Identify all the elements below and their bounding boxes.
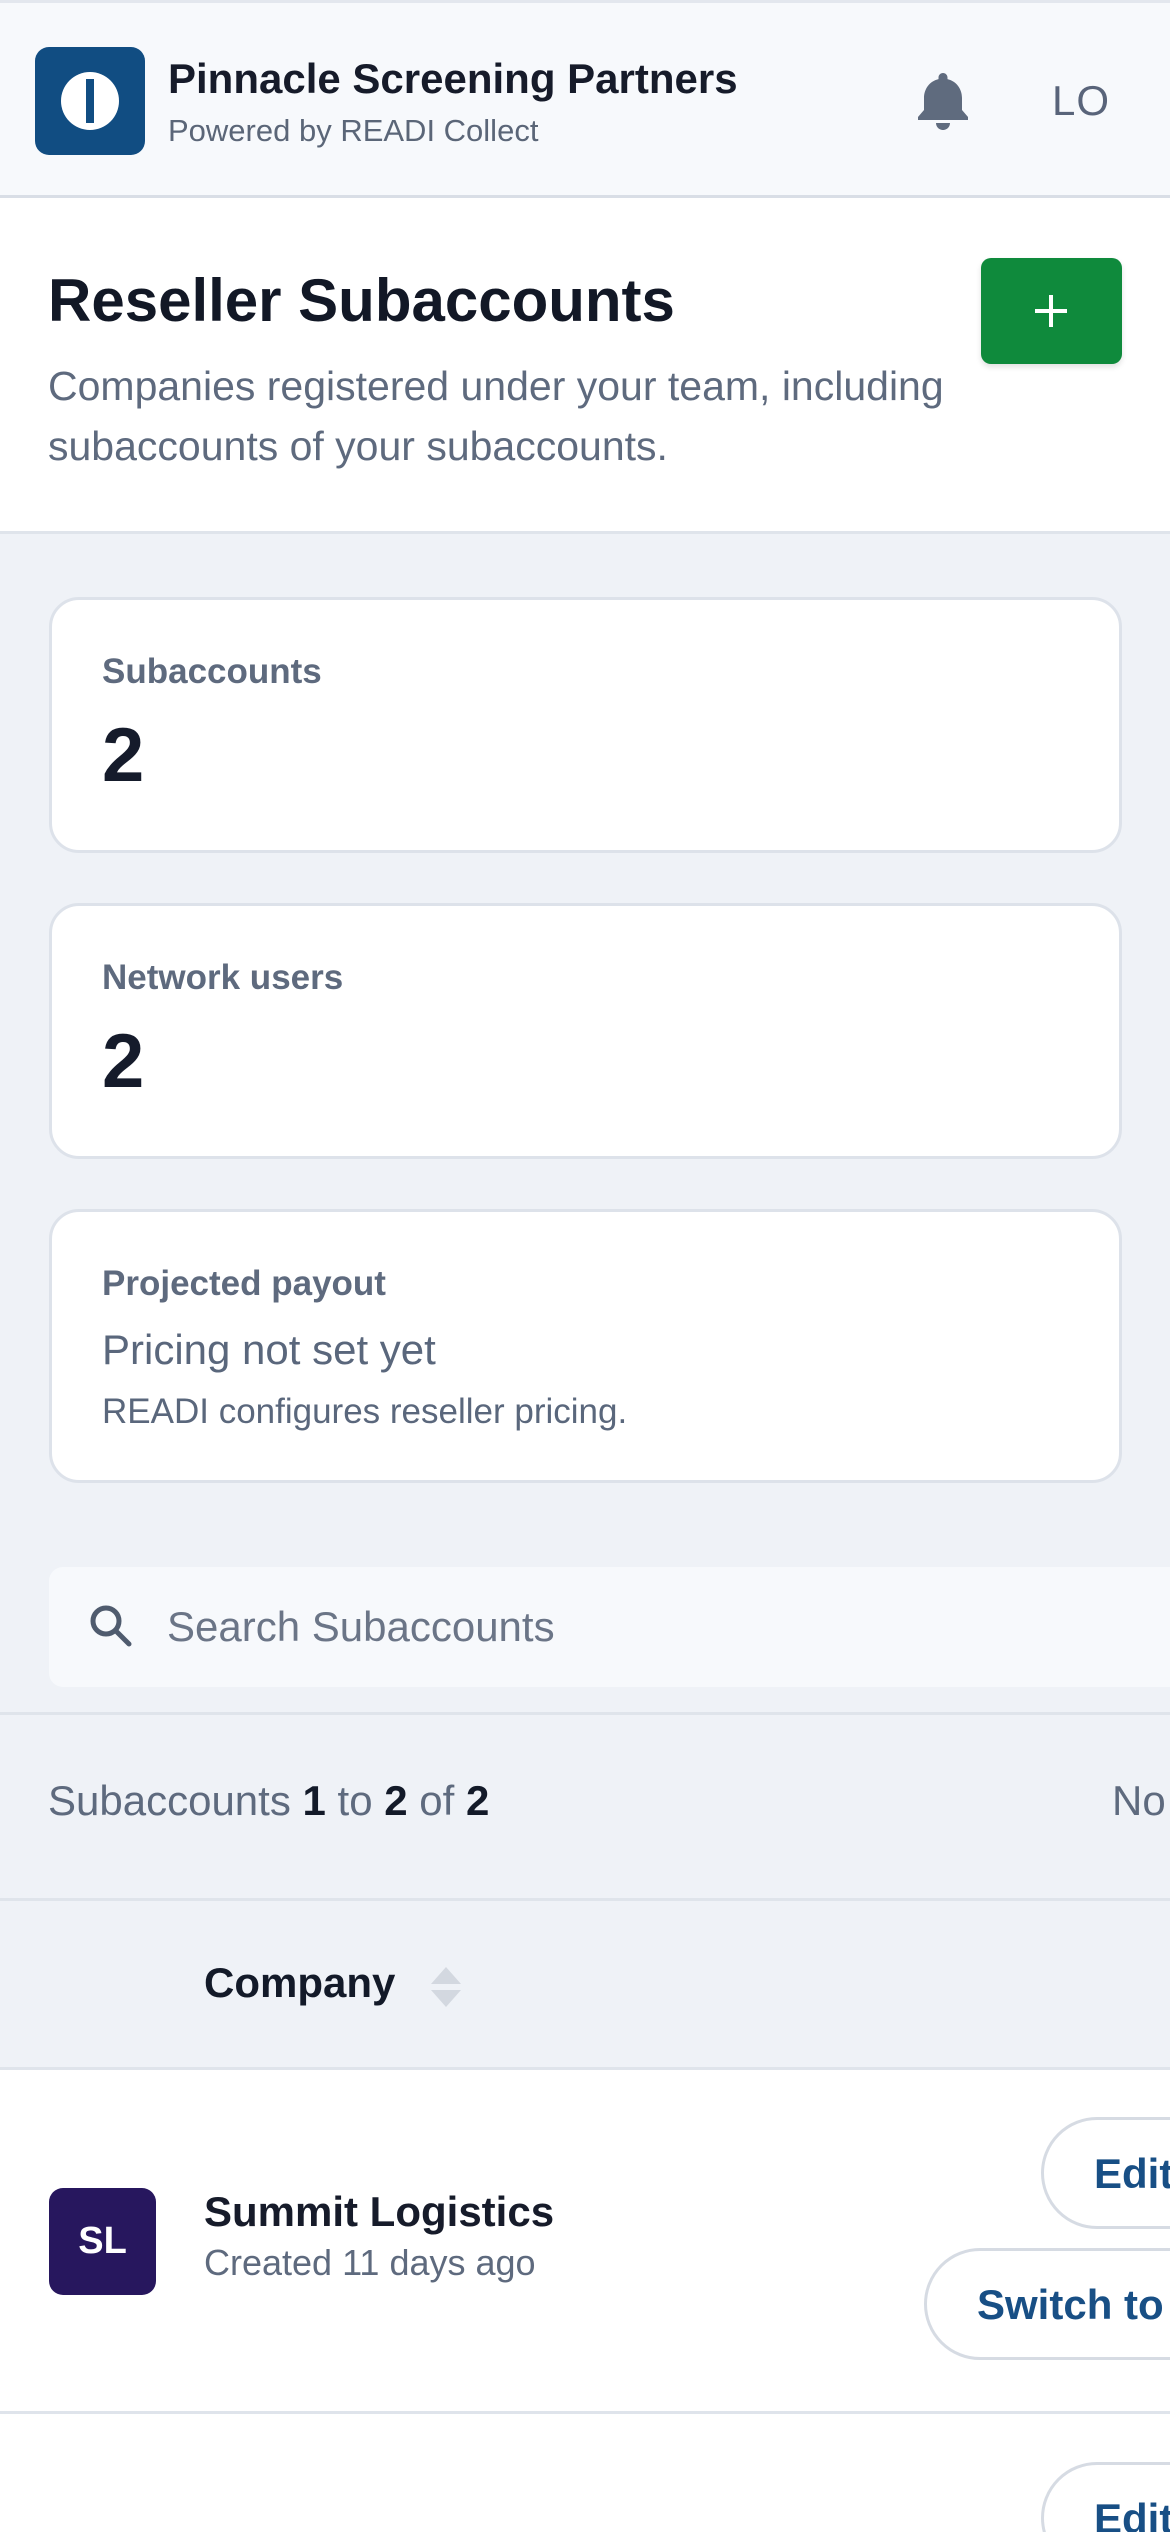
org-logo[interactable] — [35, 47, 145, 155]
column-header-company[interactable]: Company — [204, 1959, 395, 2007]
payout-note: READI configures reseller pricing. — [102, 1392, 628, 1431]
edit-button-label: Edit — [1094, 2150, 1170, 2197]
page-title: Reseller Subaccounts — [48, 267, 675, 334]
switch-button-label: Switch to — [977, 2281, 1164, 2328]
edit-button[interactable]: Edit — [1041, 2117, 1170, 2229]
stat-value: 2 — [102, 713, 145, 798]
company-avatar: SL — [49, 2188, 156, 2295]
results-from: 1 — [302, 1777, 326, 1824]
results-summary-bar: Subaccounts 1 to 2 of 2 No — [0, 1712, 1170, 1898]
top-bar: Pinnacle Screening Partners Powered by R… — [0, 0, 1170, 198]
edit-button-label: Edit — [1094, 2495, 1170, 2532]
results-total: 2 — [465, 1777, 490, 1824]
user-avatar[interactable]: LO — [1052, 77, 1110, 125]
results-to-word: to — [337, 1777, 373, 1824]
logo-mark-icon — [61, 72, 119, 130]
stat-value: 2 — [102, 1019, 145, 1104]
search-input[interactable] — [167, 1589, 1067, 1665]
org-subtitle: Powered by READI Collect — [168, 113, 539, 148]
notification-bell-icon[interactable] — [914, 69, 972, 131]
table-row[interactable]: SL Summit Logistics Created 11 days ago … — [0, 2070, 1170, 2414]
edit-button[interactable]: Edit — [1041, 2462, 1170, 2532]
results-to: 2 — [384, 1777, 408, 1824]
page-header: Reseller Subaccounts Companies registere… — [0, 198, 1170, 534]
switch-to-button[interactable]: Switch to — [924, 2248, 1170, 2360]
company-name[interactable]: Summit Logistics — [204, 2188, 554, 2236]
results-right-text: No — [1112, 1777, 1166, 1824]
company-created: Created 11 days ago — [204, 2242, 536, 2283]
stat-label: Subaccounts — [102, 652, 322, 691]
sort-icon[interactable] — [428, 1965, 464, 2009]
add-subaccount-button[interactable] — [981, 258, 1122, 364]
results-of-word: of — [419, 1777, 455, 1824]
stat-card-projected-payout: Projected payout Pricing not set yet REA… — [49, 1209, 1122, 1483]
search-icon — [90, 1605, 132, 1647]
stat-label: Network users — [102, 958, 344, 997]
results-prefix: Subaccounts — [48, 1777, 291, 1824]
results-count: Subaccounts 1 to 2 of 2 — [48, 1777, 489, 1825]
payout-status: Pricing not set yet — [102, 1326, 436, 1373]
stat-card-subaccounts: Subaccounts 2 — [49, 597, 1122, 853]
org-name: Pinnacle Screening Partners — [168, 55, 738, 102]
app-root: Pinnacle Screening Partners Powered by R… — [0, 0, 1170, 2532]
table-header: Company — [0, 1898, 1170, 2070]
plus-icon — [1035, 295, 1067, 327]
search-bar[interactable] — [49, 1567, 1170, 1687]
stat-label: Projected payout — [102, 1264, 386, 1303]
table-row[interactable]: Edit — [0, 2414, 1170, 2532]
stat-card-network-users: Network users 2 — [49, 903, 1122, 1159]
page-description: Companies registered under your team, in… — [48, 363, 944, 469]
